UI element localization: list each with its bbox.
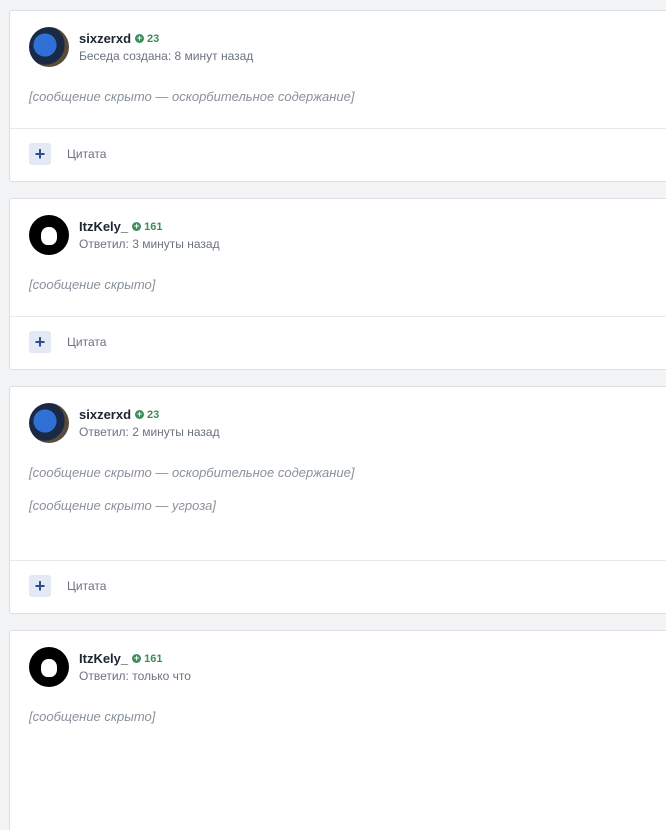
reputation-badge: + 23 [135,409,159,421]
avatar[interactable] [29,403,69,443]
post-author: ItzKely_ + 161 Ответил: только что [29,647,648,687]
post-text: [сообщение скрыто — оскорбительное содер… [29,465,355,480]
reputation-plus-icon: + [132,221,142,231]
post-text: [сообщение скрыто — угроза] [29,498,216,513]
message-thread: sixzerxd + 23 Беседа создана: 8 минут на… [0,0,666,830]
react-plus-button[interactable]: + [29,143,51,165]
react-plus-button[interactable]: + [29,331,51,353]
reputation-badge: + 161 [132,220,163,233]
reputation-plus-icon: + [135,33,145,43]
post-author: ItzKely_ + 161 Ответил: 3 минуты назад [29,215,648,255]
reputation-count: 161 [144,652,163,665]
avatar[interactable] [29,215,69,255]
post-body: [сообщение скрыто] [29,687,648,748]
post-text: [сообщение скрыто — оскорбительное содер… [29,89,355,104]
post-body: [сообщение скрыто — оскорбительное содер… [29,443,648,560]
post-body: [сообщение скрыто] [29,255,648,316]
post-timestamp: Ответил: только что [79,669,191,683]
plus-icon: + [34,144,46,164]
post-text: [сообщение скрыто] [29,709,156,724]
post: ItzKely_ + 161 Ответил: 3 минуты назад [… [9,198,666,370]
react-plus-button[interactable]: + [29,575,51,597]
reputation-badge: + 161 [132,652,163,665]
reputation-plus-icon: + [132,653,142,663]
quote-button[interactable]: Цитата [67,335,106,349]
username[interactable]: ItzKely_ [79,219,128,234]
plus-icon: + [34,576,46,596]
post: sixzerxd + 23 Беседа создана: 8 минут на… [9,10,666,182]
avatar[interactable] [29,647,69,687]
post-text: [сообщение скрыто] [29,277,156,292]
username[interactable]: sixzerxd [79,407,131,422]
reputation-count: 23 [147,32,160,45]
username[interactable]: ItzKely_ [79,651,128,666]
reputation-badge: + 23 [135,33,159,45]
post-timestamp: Ответил: 3 минуты назад [79,237,220,251]
reputation-count: 161 [144,220,163,233]
post-timestamp: Ответил: 2 минуты назад [79,425,220,439]
plus-icon: + [34,332,46,352]
reputation-count: 23 [147,408,160,421]
post: sixzerxd + 23 Ответил: 2 минуты назад [с… [9,386,666,614]
post-body: [сообщение скрыто — оскорбительное содер… [29,67,648,128]
avatar[interactable] [29,27,69,67]
username[interactable]: sixzerxd [79,31,131,46]
post: ItzKely_ + 161 Ответил: только что [сооб… [9,630,666,830]
post-timestamp: Беседа создана: 8 минут назад [79,49,254,63]
quote-button[interactable]: Цитата [67,579,106,593]
quote-button[interactable]: Цитата [67,147,106,161]
post-author: sixzerxd + 23 Ответил: 2 минуты назад [29,403,648,443]
reputation-plus-icon: + [135,409,145,419]
post-author: sixzerxd + 23 Беседа создана: 8 минут на… [29,27,648,67]
